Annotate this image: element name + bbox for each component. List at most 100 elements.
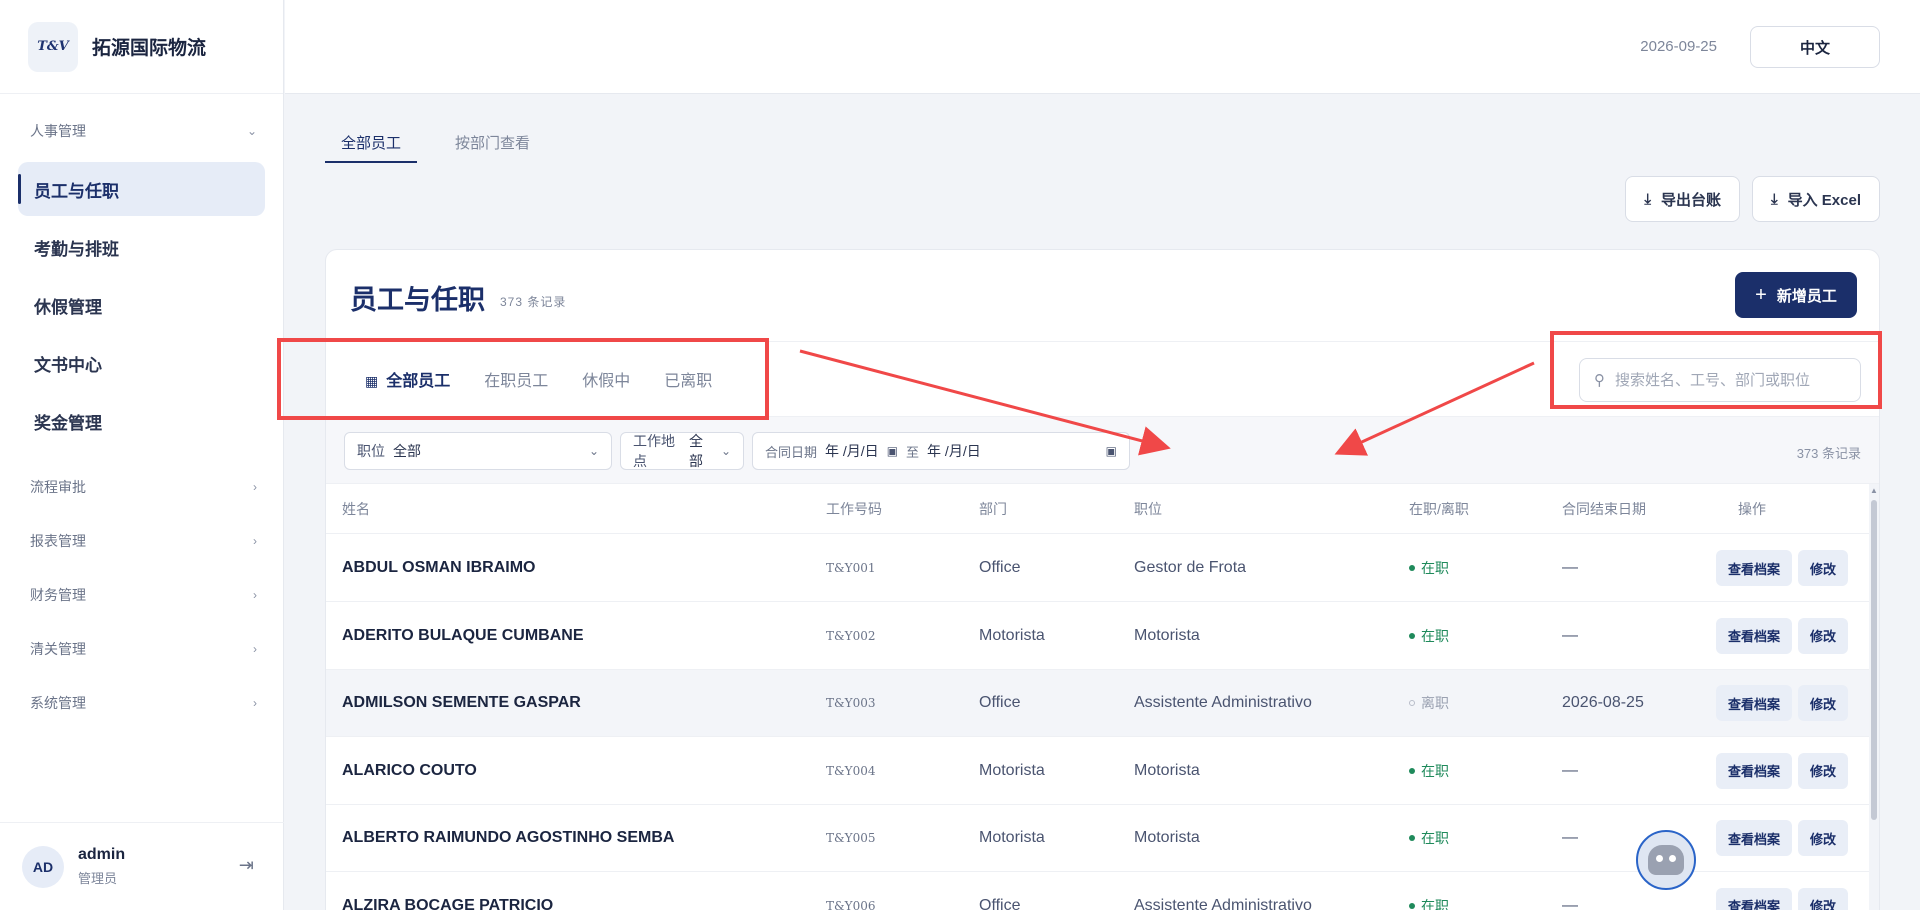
date-from-input[interactable]: 年 /月/日 [825, 441, 879, 461]
table-row[interactable]: ABDUL OSMAN IBRAIMO T&Y001 Office Gestor de… [326, 535, 1869, 602]
col-contract-end: 合同结束日期 [1562, 500, 1646, 517]
annotation-box-status-tabs [277, 338, 769, 420]
chevron-right-icon: › [253, 642, 257, 656]
robot-icon [1648, 845, 1684, 875]
employee-id: T&Y005 [826, 831, 876, 845]
language-button[interactable]: 中文 [1750, 26, 1880, 68]
table-row[interactable]: ALARICO COUTO T&Y004 Motorista Motorista 在职 —… [326, 738, 1869, 805]
import-button[interactable]: ⤓ 导入 Excel [1751, 176, 1880, 222]
employee-dept: Office [979, 896, 1021, 910]
filter-value: 全部 [688, 433, 703, 469]
edit-button[interactable]: 修改 [1798, 550, 1849, 586]
nav-group-label: 系统管理 [30, 695, 86, 711]
chevron-right-icon: › [253, 588, 257, 602]
nav-group-hr[interactable]: 人事管理 ⌄ [0, 104, 283, 158]
logo-text: T&V [37, 39, 69, 54]
position-filter[interactable]: 职位 全部 ⌄ [344, 432, 612, 470]
employee-id: T&Y001 [826, 561, 876, 575]
view-profile-button[interactable]: 查看档案 [1716, 752, 1793, 789]
tab-by-department[interactable]: 按部门查看 [439, 130, 546, 163]
date-to-input[interactable]: 年 /月/日 [927, 441, 981, 461]
record-count: 373 条记录 [500, 295, 567, 309]
nav-group-label: 财务管理 [30, 587, 86, 603]
edit-button[interactable]: 修改 [1798, 887, 1849, 910]
status-badge: 在职 [1409, 828, 1449, 848]
nav-group-customs[interactable]: 清关管理 › [0, 622, 283, 676]
filter-bar: 职位 全部 ⌄ 工作地点 全部 ⌄ 合同日期 年 /月/日 ▣ 至 年 /月/日… [326, 416, 1879, 484]
user-panel: AD admin 管理员 ⇥ [0, 822, 284, 910]
view-profile-button[interactable]: 查看档案 [1716, 550, 1793, 586]
row-actions: 查看档案 修改 [1716, 550, 1849, 586]
view-profile-button[interactable]: 查看档案 [1716, 820, 1793, 856]
topbar: 2026-09-25 中文 [285, 0, 1920, 94]
employee-dept: Motorista [979, 761, 1045, 779]
add-employee-button[interactable]: + 新增员工 [1735, 272, 1857, 318]
table-row[interactable]: ADERITO BULAQUE CUMBANE T&Y002 Motorista Mo… [326, 603, 1869, 670]
status-badge: 在职 [1409, 558, 1449, 578]
view-tabs: 全部员工 按部门查看 [325, 130, 546, 163]
contract-date-filter: 合同日期 年 /月/日 ▣ 至 年 /月/日 ▣ [752, 432, 1130, 470]
status-dot-icon [1409, 902, 1415, 909]
tab-all-employees[interactable]: 全部员工 [325, 130, 418, 163]
status-text: 在职 [1421, 560, 1449, 576]
filter-value: 全部 [393, 443, 421, 459]
download-icon: ⤓ [1770, 190, 1778, 208]
employee-position: Motorista [1134, 626, 1200, 644]
sidebar-item-bonus[interactable]: 奖金管理 [18, 394, 265, 448]
table-row[interactable]: ALZIRA BOCAGE PATRICIO T&Y006 Office Assist… [326, 873, 1869, 910]
row-actions: 查看档案 修改 [1716, 887, 1849, 910]
location-filter[interactable]: 工作地点 全部 ⌄ [620, 432, 744, 470]
employee-name: ADMILSON SEMENTE GASPAR [342, 694, 581, 711]
status-dot-icon [1409, 632, 1415, 639]
employee-id: T&Y002 [826, 628, 876, 643]
sidebar-item-attendance[interactable]: 考勤与排班 [18, 220, 265, 274]
calendar-icon[interactable]: ▣ [887, 444, 898, 458]
calendar-icon[interactable]: ▣ [1106, 444, 1117, 458]
status-text: 在职 [1421, 830, 1449, 846]
brand[interactable]: T&V 拓源国际物流 [0, 0, 283, 94]
avatar: AD [22, 845, 64, 888]
edit-button[interactable]: 修改 [1798, 752, 1849, 789]
view-profile-button[interactable]: 查看档案 [1716, 685, 1793, 721]
filter-record-count: 373 条记录 [1796, 446, 1861, 461]
employee-position: Motorista [1134, 761, 1200, 779]
row-actions: 查看档案 修改 [1716, 820, 1849, 856]
employee-name: ABDUL OSMAN IBRAIMO [342, 559, 536, 576]
nav-group-system[interactable]: 系统管理 › [0, 676, 283, 730]
logout-icon[interactable]: ⇥ [239, 855, 254, 876]
assistant-bot-button[interactable] [1636, 830, 1696, 890]
contract-end-date: 2026-08-25 [1562, 694, 1644, 711]
scroll-up-icon[interactable]: ▲ [1870, 486, 1878, 495]
status-dot-icon [1409, 767, 1415, 774]
add-employee-label: 新增员工 [1776, 287, 1837, 305]
current-date: 2026-09-25 [1640, 38, 1717, 55]
edit-button[interactable]: 修改 [1798, 685, 1849, 721]
col-id: 工作号码 [826, 500, 882, 517]
brand-name: 拓源国际物流 [92, 38, 207, 59]
status-dot-icon [1409, 565, 1415, 571]
nav-group-reports[interactable]: 报表管理 › [0, 514, 283, 568]
brand-logo: T&V [28, 21, 78, 72]
scroll-thumb[interactable] [1871, 500, 1877, 820]
view-profile-button[interactable]: 查看档案 [1716, 617, 1793, 654]
nav-group-approval[interactable]: 流程审批 › [0, 460, 283, 514]
table-row[interactable]: ADMILSON SEMENTE GASPAR T&Y003 Office Assis… [326, 670, 1869, 737]
col-status: 在职/离职 [1409, 500, 1469, 517]
status-text: 在职 [1421, 627, 1449, 644]
row-actions: 查看档案 修改 [1716, 685, 1849, 721]
employee-position: Assistente Administrativo [1134, 694, 1312, 711]
scrollbar[interactable]: ▲ [1869, 484, 1879, 910]
row-actions: 查看档案 修改 [1716, 752, 1849, 789]
nav-group-label: 清关管理 [30, 641, 86, 657]
sidebar-item-documents[interactable]: 文书中心 [18, 336, 265, 390]
chevron-right-icon: › [253, 480, 257, 494]
edit-button[interactable]: 修改 [1798, 820, 1849, 856]
contract-end-date: — [1562, 559, 1578, 576]
sidebar-item-employees[interactable]: 员工与任职 [18, 162, 265, 216]
edit-button[interactable]: 修改 [1798, 617, 1849, 654]
import-label: 导入 Excel [1787, 191, 1861, 209]
export-button[interactable]: ⤓ 导出台账 [1625, 176, 1740, 222]
nav-group-finance[interactable]: 财务管理 › [0, 568, 283, 622]
view-profile-button[interactable]: 查看档案 [1716, 887, 1793, 910]
sidebar-item-leave[interactable]: 休假管理 [18, 278, 265, 332]
